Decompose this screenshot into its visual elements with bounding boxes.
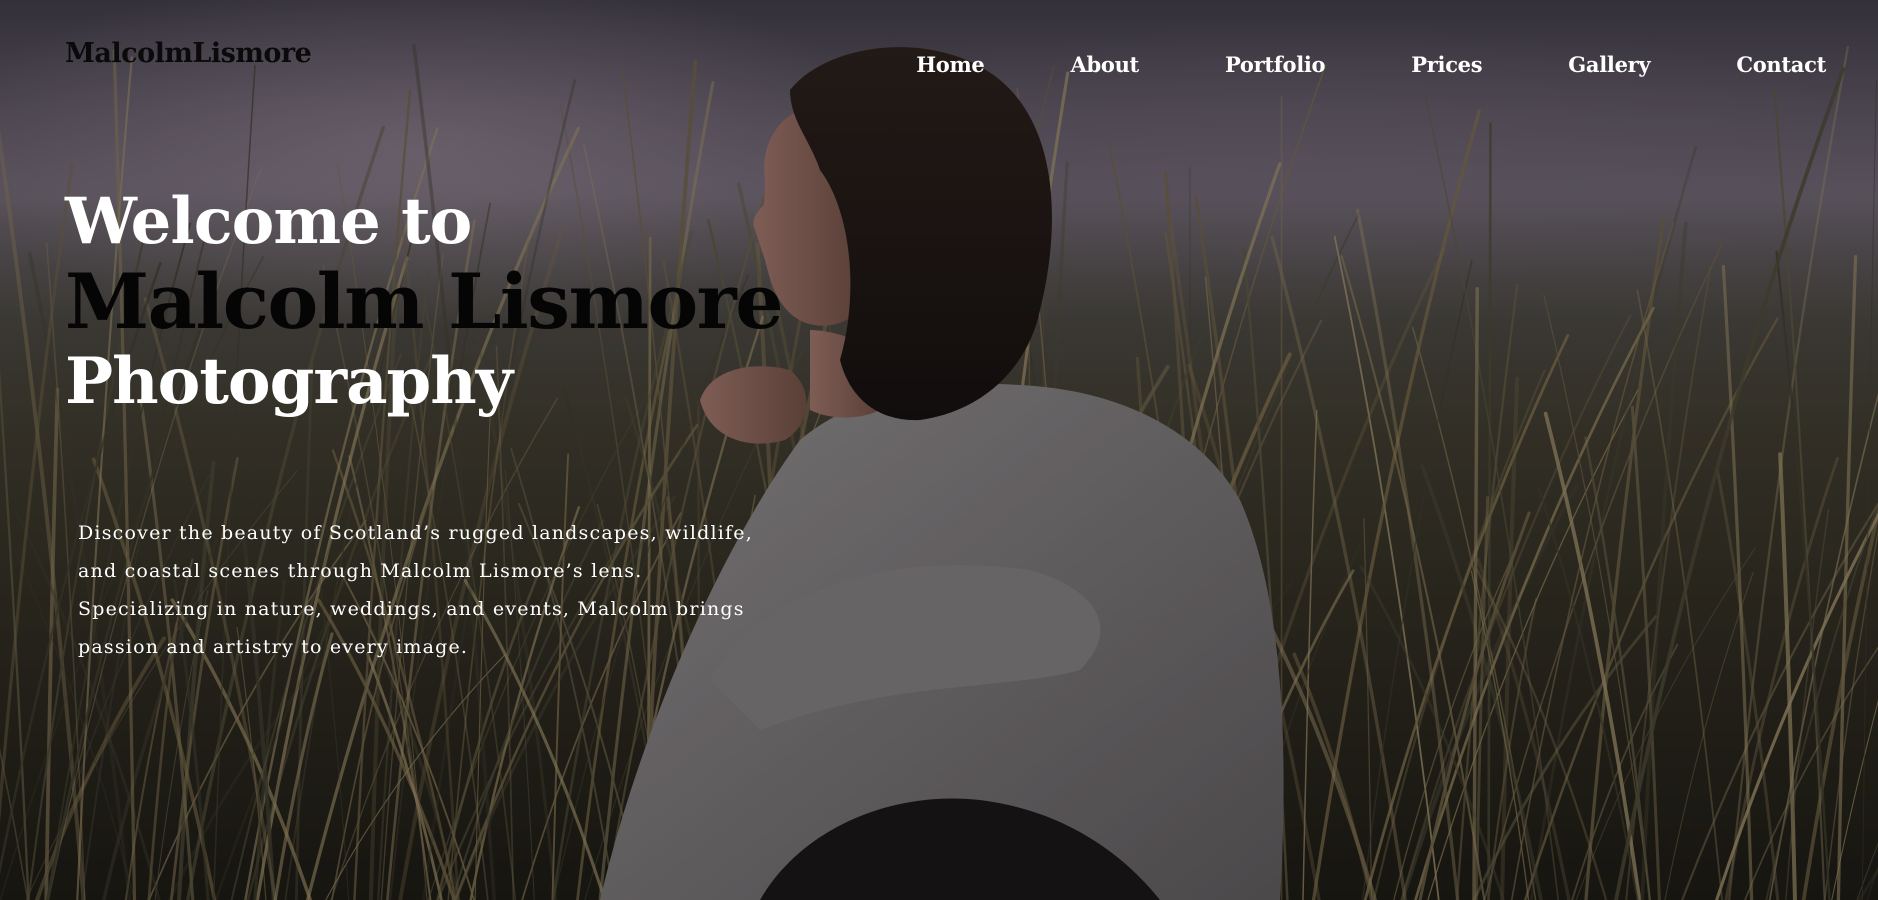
nav-contact-link[interactable]: Contact xyxy=(1736,52,1826,77)
nav-home-link[interactable]: Home xyxy=(916,52,985,77)
nav-about-link[interactable]: About xyxy=(1071,52,1140,77)
nav-prices-link[interactable]: Prices xyxy=(1411,52,1482,77)
hero-section: MalcolmLismore Home About Portfolio Pric… xyxy=(0,0,1878,900)
photo-dark-overlay xyxy=(0,0,1878,900)
main-navigation: Home About Portfolio Prices Gallery Cont… xyxy=(916,52,1826,77)
hero-intro-paragraph: Discover the beauty of Scotland’s rugged… xyxy=(78,522,753,658)
headline-name-line: Malcolm Lismore xyxy=(65,257,784,346)
site-logo[interactable]: MalcolmLismore xyxy=(65,38,312,69)
hero-headline: Welcome to Malcolm Lismore Photography xyxy=(65,184,784,419)
nav-portfolio-link[interactable]: Portfolio xyxy=(1225,52,1326,77)
headline-photography-line: Photography xyxy=(65,344,513,419)
nav-gallery-link[interactable]: Gallery xyxy=(1568,52,1650,77)
headline-welcome-line: Welcome to xyxy=(65,184,472,259)
